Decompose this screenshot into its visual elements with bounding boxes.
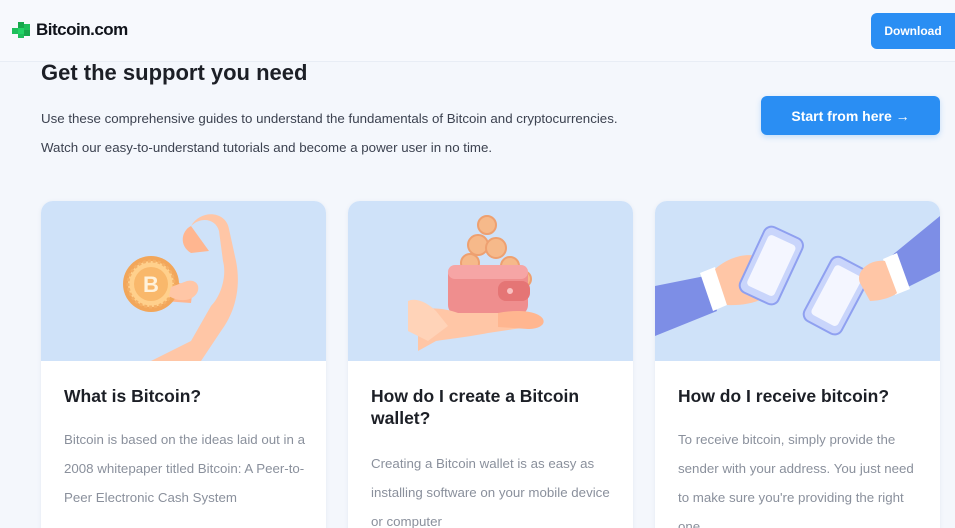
svg-text:B: B bbox=[143, 272, 159, 297]
phones-exchange-icon bbox=[655, 216, 940, 336]
card-description: Bitcoin is based on the ideas laid out i… bbox=[64, 432, 305, 505]
guide-card-create-wallet[interactable]: How do I create a Bitcoin wallet? Creati… bbox=[348, 201, 633, 528]
logo-text: Bitcoin.com bbox=[36, 20, 128, 39]
section-title: Get the support you need bbox=[41, 60, 308, 85]
logo-mark-icon bbox=[12, 22, 32, 38]
card-title: How do I create a Bitcoin wallet? bbox=[371, 386, 580, 428]
card-illustration: B bbox=[41, 201, 326, 361]
card-description: Creating a Bitcoin wallet is as easy as … bbox=[371, 456, 610, 528]
wallet-coins-hand-icon bbox=[408, 215, 544, 351]
card-illustration bbox=[348, 201, 633, 361]
intro-line-2: Watch our easy-to-understand tutorials a… bbox=[41, 140, 493, 155]
guide-card-what-is-bitcoin[interactable]: B What is Bitcoin? Bitcoin is based on t… bbox=[41, 201, 326, 528]
intro-line-1: Use these comprehensive guides to unders… bbox=[41, 111, 618, 126]
card-title: How do I receive bitcoin? bbox=[678, 386, 890, 406]
section-intro: Use these comprehensive guides to unders… bbox=[41, 104, 701, 162]
download-button[interactable]: Download bbox=[871, 13, 955, 49]
bitcoin-com-logo[interactable]: Bitcoin.com bbox=[12, 20, 128, 40]
card-description: To receive bitcoin, simply provide the s… bbox=[678, 432, 914, 528]
card-title: What is Bitcoin? bbox=[64, 386, 202, 406]
guide-card-receive-bitcoin[interactable]: How do I receive bitcoin? To receive bit… bbox=[655, 201, 940, 528]
bitcoin-coin-hand-icon: B bbox=[123, 214, 238, 361]
top-navigation-bar: Bitcoin.com Download bbox=[0, 0, 955, 62]
start-from-here-button[interactable]: Start from here → bbox=[761, 96, 940, 135]
card-illustration bbox=[655, 201, 940, 361]
